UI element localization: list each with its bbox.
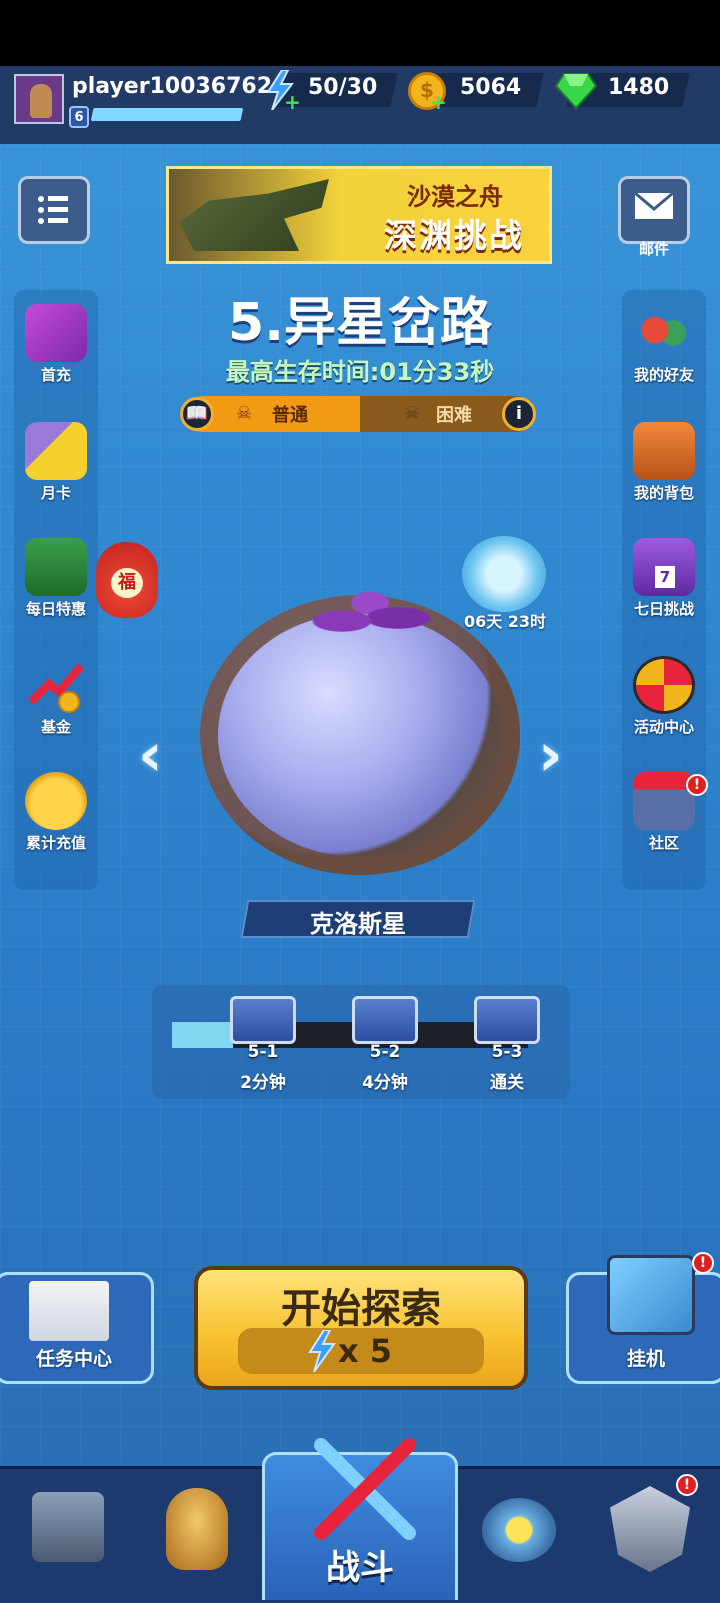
rank-emblem-icon [610,1486,690,1572]
month-card-icon [25,422,87,480]
month-card-label: 月卡 [40,484,71,502]
task-book-icon [29,1281,109,1341]
banner-line2: 深渊挑战 [384,216,524,255]
nav-ship-tab[interactable] [468,1478,568,1588]
gold-value: 5064 [460,75,522,100]
milestone-req-3: 通关 [490,1073,524,1093]
lucky-bag-button[interactable]: 福 [96,542,158,618]
start-explore-cost: x 5 [338,1332,393,1370]
skull-icon: ☠ [236,403,253,424]
community-label: 社区 [648,834,679,852]
player-name: player10036762 [72,74,273,99]
difficulty-hard-label: 困难 [436,405,472,426]
backpack-label: 我的背包 [633,484,694,502]
seven-day-challenge-label: 七日挑战 [633,600,694,618]
nav-hero-tab[interactable] [146,1478,246,1588]
spaceship-icon [482,1498,556,1562]
cost-energy-icon [308,1330,336,1372]
stage-title: 5.异星岔路 [228,293,492,353]
month-card-button[interactable]: 月卡 [8,422,104,503]
daily-deal-button[interactable]: 每日特惠 [8,538,104,619]
idle-map-icon [607,1255,695,1335]
player-xp-bar [90,108,244,121]
milestone-id-3: 5-3 [491,1042,523,1062]
piggy-bank-icon [25,772,87,830]
start-explore-label: 开始探索 [281,1286,441,1332]
crossed-swords-icon [314,1438,416,1540]
milestone-chest-1[interactable] [230,996,296,1044]
gem-value: 1480 [608,75,670,100]
cumulative-recharge-label: 累计充值 [25,834,86,852]
event-timer: 06天 23时 [463,612,547,631]
activity-wheel-icon [633,656,695,714]
nav-battle-label: 战斗 [326,1548,394,1588]
backpack-button[interactable]: 我的背包 [616,422,712,503]
best-survival-time: 最高生存时间:01分33秒 [225,358,495,386]
event-banner[interactable]: 沙漠之舟 深渊挑战 [166,166,552,264]
difficulty-selector: ☠ 普通 ☠ 困难 [184,396,534,432]
milestone-chest-3[interactable] [474,996,540,1044]
next-stage-arrow-icon[interactable]: › [538,720,563,790]
alien-creatures-icon [300,585,440,645]
milestone-id-2: 5-2 [369,1042,401,1062]
seven-day-challenge-button[interactable]: 7 七日挑战 [616,538,712,619]
prev-stage-arrow-icon[interactable]: ‹ [138,720,163,790]
money-chest-icon [25,538,87,596]
cumulative-recharge-button[interactable]: 累计充值 [8,772,104,853]
crystal-event-icon[interactable] [462,536,546,612]
planet-name: 克洛斯星 [310,910,406,938]
idle-alert-icon: ! [692,1252,714,1274]
mail-button[interactable] [618,176,690,244]
backpack-icon [633,422,695,480]
treasure-chest-icon [32,1492,104,1562]
daily-deal-label: 每日特惠 [25,600,86,618]
mail-label: 邮件 [638,240,669,258]
device-status-bar [0,0,720,66]
energy-plus-icon[interactable]: + [284,90,301,114]
banner-line1: 沙漠之舟 [407,183,503,211]
hard-skull-icon: ☠ [404,403,421,424]
stage-book-icon[interactable]: 📖 [180,397,214,431]
community-alert-icon: ! [686,774,708,796]
rank-alert-icon: ! [676,1474,698,1496]
tank-art-icon [179,179,329,251]
list-menu-icon [38,196,68,224]
gold-plus-icon[interactable]: + [430,90,447,114]
milestone-req-1: 2分钟 [240,1073,286,1093]
golden-helmet-icon [166,1488,228,1570]
difficulty-normal-label: 普通 [272,405,308,426]
fund-button[interactable]: 基金 [8,656,104,737]
fund-chart-icon [28,663,85,713]
player-avatar[interactable] [14,74,64,124]
menu-button[interactable] [18,176,90,244]
milestone-req-2: 4分钟 [362,1073,408,1093]
seven-day-badge: 7 [655,566,675,588]
info-icon[interactable]: i [502,397,536,431]
milestone-chest-2[interactable] [352,996,418,1044]
milestone-id-1: 5-1 [247,1042,279,1062]
player-level-badge: 6 [69,106,89,128]
mail-envelope-icon [634,191,674,219]
lucky-bag-label: 福 [111,568,143,598]
fund-label: 基金 [40,718,71,736]
activity-center-label: 活动中心 [633,718,694,736]
activity-center-button[interactable]: 活动中心 [616,656,712,737]
nav-shop-tab[interactable] [18,1478,118,1588]
seven-day-gift-icon: 7 [633,538,695,596]
task-center-label: 任务中心 [35,1348,112,1370]
energy-value: 50/30 [308,75,378,100]
green-gem-icon [554,73,598,110]
idle-label: 挂机 [626,1348,665,1370]
